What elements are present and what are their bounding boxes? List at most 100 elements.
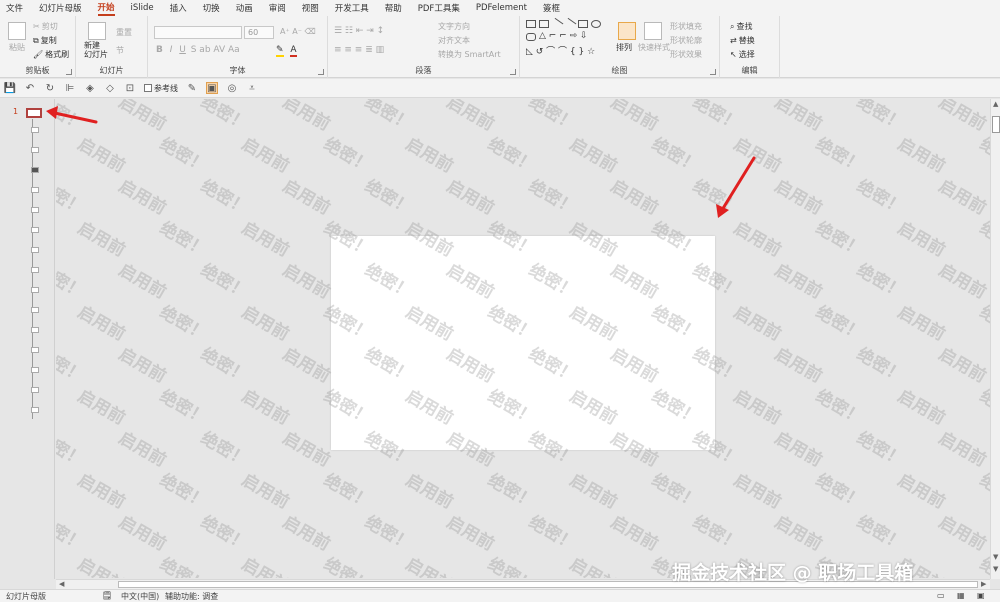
sorter-view-icon[interactable]: ▦: [957, 591, 965, 600]
tab-slide-master[interactable]: 幻灯片母版: [39, 2, 82, 14]
font-size-buttons[interactable]: A⁺ A⁻ ⌫: [280, 27, 316, 36]
font-name-combo[interactable]: [154, 26, 242, 39]
vertical-scrollbar[interactable]: ▲ ▼ ▼: [990, 99, 1000, 579]
status-language[interactable]: 中文(中国): [121, 591, 159, 602]
page-down-icon[interactable]: ▼: [993, 565, 998, 573]
cut-button[interactable]: ✂ 剪切: [33, 21, 58, 32]
textbox-vertical-icon[interactable]: [539, 20, 549, 28]
scroll-down-icon[interactable]: ▼: [993, 553, 998, 561]
tab-help[interactable]: 帮助: [385, 2, 402, 14]
tab-islide[interactable]: iSlide: [131, 3, 154, 13]
font-style-buttons[interactable]: B I U S ab AV Aa: [156, 45, 240, 55]
shape-icon[interactable]: ◇: [104, 82, 116, 94]
tab-transitions[interactable]: 切换: [203, 2, 220, 14]
slide-master[interactable]: [331, 236, 715, 450]
align-buttons[interactable]: ≡ ≡ ≡ ≣ ▥: [334, 45, 384, 55]
shapes-gallery[interactable]: △ ⌐ ⌐ ⇨ ⇩ ◺ ↺ ⌒ ⌒ { } ☆: [526, 17, 608, 60]
rounded-rect-icon[interactable]: [526, 33, 536, 41]
oval-shape-icon[interactable]: [591, 20, 601, 28]
vertical-scroll-thumb[interactable]: [992, 116, 1000, 133]
paste-button[interactable]: 粘贴: [9, 42, 25, 53]
paste-icon[interactable]: [8, 22, 26, 40]
font-color-buttons[interactable]: ✎ A: [276, 45, 297, 57]
layout-thumbnail[interactable]: [31, 227, 39, 233]
group-icon[interactable]: ◎: [226, 82, 238, 94]
tab-file[interactable]: 文件: [6, 2, 23, 14]
layout-thumbnail[interactable]: [31, 207, 39, 213]
tab-pdf-tools[interactable]: PDF工具集: [418, 2, 460, 14]
guides-checkbox-box[interactable]: [144, 84, 152, 92]
tab-view[interactable]: 视图: [302, 2, 319, 14]
master-thumbnail[interactable]: [26, 108, 42, 118]
shape-fill-button[interactable]: 形状填充: [670, 21, 702, 32]
picture-icon[interactable]: ▣: [206, 82, 218, 94]
customize-qat-icon[interactable]: ⩡: [246, 82, 258, 94]
quick-styles-button[interactable]: 快速样式: [638, 42, 670, 53]
redo-icon[interactable]: ↻: [44, 82, 56, 94]
reset-button[interactable]: 重置: [116, 27, 132, 38]
arrange-button[interactable]: 排列: [616, 42, 632, 53]
align-text-button[interactable]: 对齐文本: [438, 35, 470, 46]
layout-thumbnail[interactable]: [31, 387, 39, 393]
reading-view-icon[interactable]: ▣: [977, 591, 985, 600]
format-painter-button[interactable]: 🖌 格式刷: [33, 49, 69, 60]
align-icon[interactable]: ⊫: [64, 82, 76, 94]
tab-developer[interactable]: 开发工具: [335, 2, 369, 14]
more-shapes-row-2[interactable]: ◺ ↺ ⌒ ⌒ { } ☆: [526, 44, 595, 57]
layout-thumbnail[interactable]: [31, 367, 39, 373]
quick-styles-icon[interactable]: [644, 22, 662, 40]
copy-button[interactable]: ⧉ 复制: [33, 35, 57, 46]
layout-thumbnail[interactable]: [31, 407, 39, 413]
new-slide-button[interactable]: 新建 幻灯片: [84, 41, 108, 59]
layout-thumbnail[interactable]: [31, 187, 39, 193]
slide-editing-canvas[interactable]: 绝密！启用前绝密！启用前绝密！启用前绝密！启用前绝密！启用前绝密！启用前绝密！启…: [56, 99, 990, 578]
undo-icon[interactable]: ↶: [24, 82, 36, 94]
layout-thumbnail[interactable]: [31, 147, 39, 153]
rectangle-shape-icon[interactable]: [578, 20, 588, 28]
save-icon[interactable]: 💾: [4, 82, 16, 94]
text-direction-button[interactable]: 文字方向: [438, 21, 470, 32]
smartart-button[interactable]: 转换为 SmartArt: [438, 49, 501, 60]
list-buttons[interactable]: ☰ ☷ ⇤ ⇥ ↕: [334, 26, 384, 36]
layout-thumbnail[interactable]: [31, 327, 39, 333]
clipboard-launcher[interactable]: [66, 69, 72, 75]
replace-button[interactable]: ⇄ 替换: [730, 35, 755, 46]
layout-thumbnail[interactable]: [31, 247, 39, 253]
guides-checkbox[interactable]: 参考线: [144, 83, 178, 94]
select-button[interactable]: ↖ 选择: [730, 49, 755, 60]
section-button[interactable]: 节: [116, 45, 124, 56]
fill-color-icon[interactable]: ◈: [84, 82, 96, 94]
tab-extra[interactable]: 簽框: [543, 2, 560, 14]
normal-view-icon[interactable]: ▭: [937, 591, 945, 600]
layout-thumbnail[interactable]: [31, 287, 39, 293]
layout-thumbnail[interactable]: [31, 167, 39, 173]
notes-icon[interactable]: 🗒: [102, 591, 112, 600]
scroll-up-icon[interactable]: ▲: [993, 100, 998, 108]
textbox-icon[interactable]: ⊡: [124, 82, 136, 94]
tab-animations[interactable]: 动画: [236, 2, 253, 14]
paragraph-launcher[interactable]: [510, 69, 516, 75]
layout-thumbnail[interactable]: [31, 127, 39, 133]
pen-icon[interactable]: ✎: [186, 82, 198, 94]
scroll-left-icon[interactable]: ◀: [59, 580, 64, 588]
tab-home[interactable]: 开始: [97, 1, 115, 16]
arrow-line-icon[interactable]: [563, 17, 577, 31]
tab-insert[interactable]: 插入: [170, 2, 187, 14]
status-accessibility[interactable]: 辅助功能: 调查: [165, 591, 218, 602]
textbox-shape-icon[interactable]: [526, 20, 536, 28]
layout-thumbnail[interactable]: [31, 307, 39, 313]
tab-pdfelement[interactable]: PDFelement: [476, 3, 527, 13]
layout-thumbnail[interactable]: [31, 267, 39, 273]
arrange-icon[interactable]: [618, 22, 636, 40]
line-shape-icon[interactable]: [550, 17, 564, 31]
drawing-launcher[interactable]: [710, 69, 716, 75]
shape-effects-button[interactable]: 形状效果: [670, 49, 702, 60]
new-slide-icon[interactable]: [88, 22, 106, 40]
find-button[interactable]: ⌕ 查找: [730, 21, 752, 32]
layout-thumbnail[interactable]: [31, 347, 39, 353]
tab-review[interactable]: 审阅: [269, 2, 286, 14]
shape-outline-button[interactable]: 形状轮廓: [670, 35, 702, 46]
scroll-right-icon[interactable]: ▶: [981, 580, 986, 588]
font-size-combo[interactable]: 60: [244, 26, 274, 39]
more-shapes-row[interactable]: △ ⌐ ⌐ ⇨ ⇩: [539, 31, 588, 41]
